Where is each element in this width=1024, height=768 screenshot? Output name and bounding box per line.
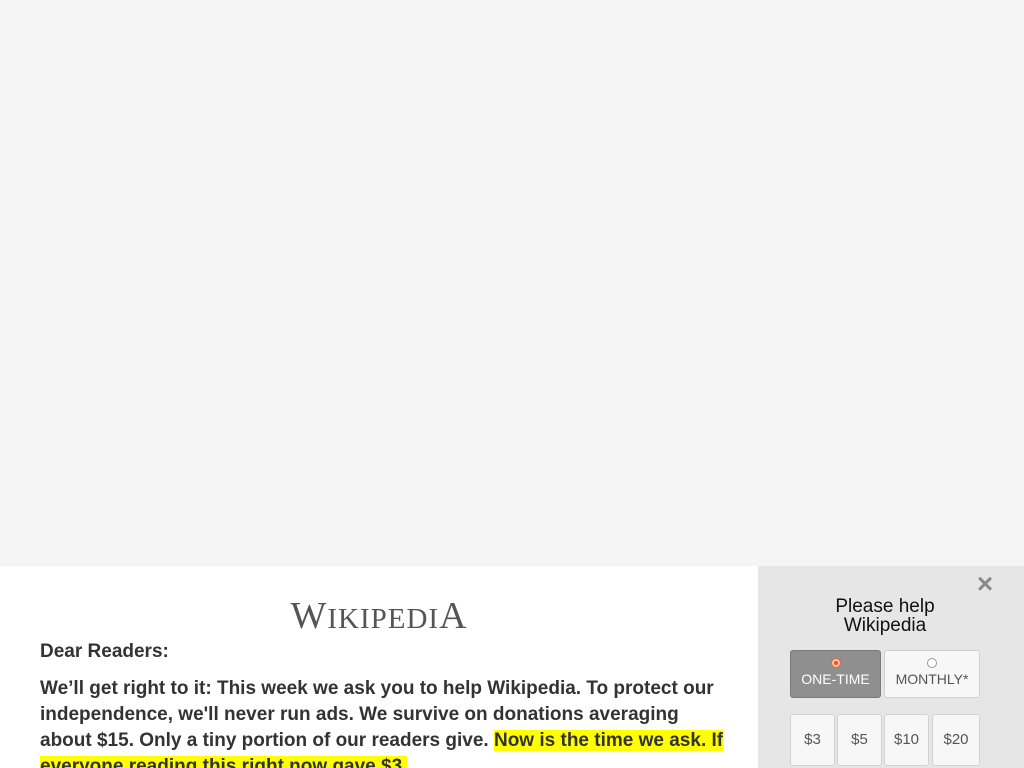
one-time-label: ONE-TIME [801,671,870,687]
banner-message: WIKIPEDIA Dear Readers: We’ll get right … [0,566,758,768]
amount-button-5[interactable]: $5 [837,714,882,766]
monthly-button[interactable]: MONTHLY* [884,650,980,698]
wikipedia-wordmark-logo: WIKIPEDIA [290,595,468,637]
radio-selected-icon[interactable] [830,658,841,668]
donate-panel: × Please help Wikipedia ONE-TIME MONTHLY… [758,566,1024,768]
amount-button-10[interactable]: $10 [884,714,929,766]
greeting: Dear Readers: [40,641,169,662]
amount-button-3[interactable]: $3 [790,714,835,766]
monthly-label: MONTHLY* [895,671,969,687]
fundraising-banner: WIKIPEDIA Dear Readers: We’ll get right … [0,566,1024,768]
donate-title: Please help Wikipedia [835,596,935,636]
page-background [0,0,1024,566]
appeal-text: We’ll get right to it: This week we ask … [40,676,730,768]
one-time-button[interactable]: ONE-TIME [790,650,881,698]
close-icon[interactable]: × [974,570,996,598]
radio-unselected-icon[interactable] [927,658,937,668]
amount-button-20[interactable]: $20 [932,714,980,766]
